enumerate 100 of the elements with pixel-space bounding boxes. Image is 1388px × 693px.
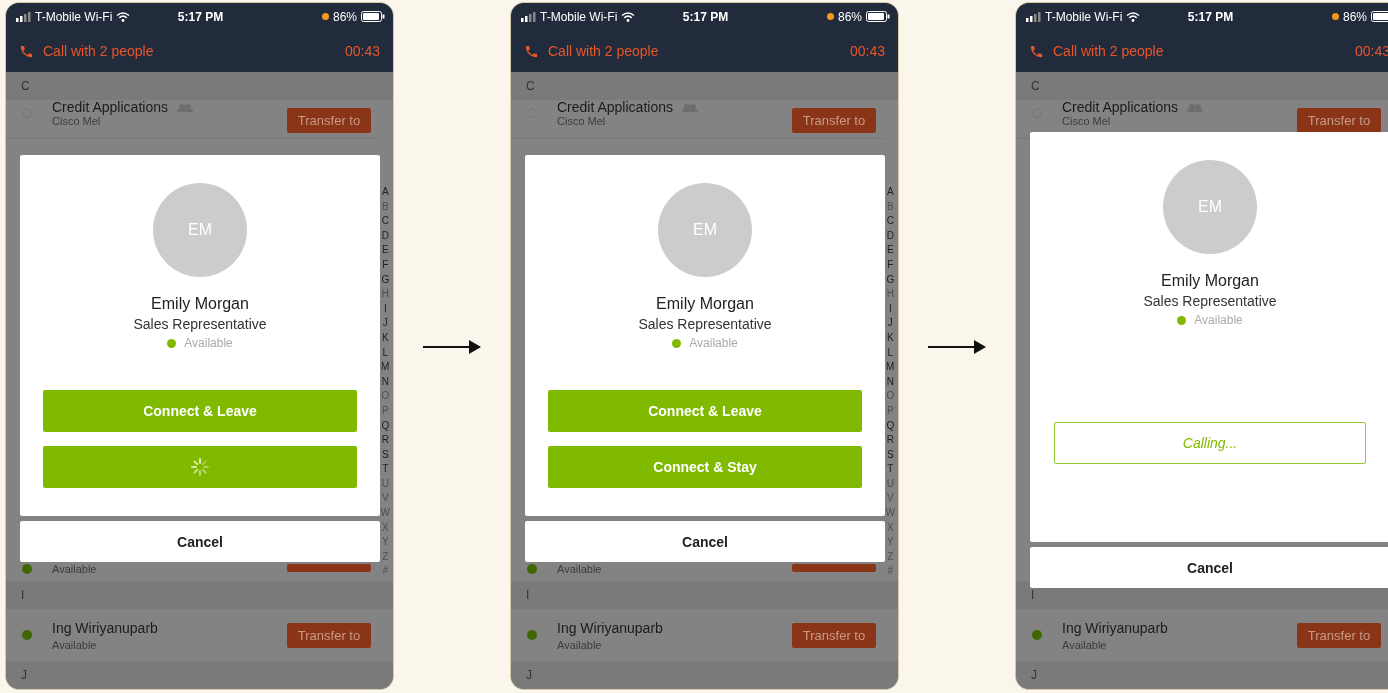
status-text: Available (184, 336, 233, 350)
dot-icon (1331, 13, 1339, 20)
index-letter[interactable]: A (886, 185, 894, 200)
wifi-icon (1126, 11, 1141, 22)
index-letter[interactable]: N (886, 374, 894, 390)
index-letter[interactable]: I (888, 301, 892, 317)
index-letter[interactable]: I (383, 301, 387, 317)
index-letter[interactable]: T (887, 462, 894, 477)
status-dot (672, 338, 682, 348)
wifi-icon (621, 11, 636, 22)
contact-subtitle: Available (52, 638, 98, 651)
index-letter[interactable]: # (887, 564, 894, 580)
section-letter: I (21, 588, 25, 602)
call-title: Call with 2 people (43, 43, 155, 59)
contact-subtitle: Available (1062, 638, 1108, 651)
section-letter: C (526, 79, 535, 93)
transfer-button[interactable]: Transfer to (1297, 622, 1381, 648)
index-letter[interactable]: G (886, 272, 895, 288)
index-letter[interactable]: D (886, 228, 894, 244)
transfer-button[interactable] (792, 564, 876, 572)
index-letter[interactable]: L (382, 345, 389, 361)
contact-subtitle: Available (52, 563, 98, 575)
index-letter[interactable]: M (886, 360, 895, 375)
section-letter: J (21, 668, 27, 682)
contact-subtitle: Available (557, 563, 603, 575)
contact-name: Emily Morgan (656, 295, 754, 313)
index-letter[interactable]: M (381, 360, 390, 375)
battery-icon (361, 11, 385, 22)
index-letter[interactable]: K (886, 330, 894, 346)
index-letter[interactable]: A (381, 185, 389, 200)
transfer-button[interactable] (287, 564, 371, 572)
transfer-button[interactable]: Transfer to (287, 108, 371, 133)
transfer-button[interactable]: Transfer to (1297, 108, 1381, 133)
transfer-button[interactable]: Transfer to (792, 108, 876, 133)
index-letter[interactable]: S (886, 447, 894, 463)
transfer-button[interactable]: Transfer to (792, 622, 876, 648)
dot-icon (826, 13, 834, 20)
index-letter[interactable]: E (381, 243, 389, 258)
section-letter: J (526, 668, 532, 682)
index-letter[interactable]: # (382, 564, 389, 580)
contact-subtitle: Cisco Mel (557, 115, 607, 127)
index-letter[interactable]: Q (886, 418, 895, 434)
contact-role: Sales Representative (1143, 293, 1277, 309)
contact-subtitle: Cisco Mel (52, 115, 102, 127)
call-timer: 00:43 (849, 43, 885, 59)
clock-time: 5:17 PM (1187, 9, 1234, 24)
arrow-icon (423, 339, 481, 354)
loading-button[interactable] (43, 446, 357, 488)
battery-percent: 86% (332, 9, 357, 24)
carrier-name: T-Mobile Wi-Fi (1045, 9, 1123, 24)
battery-percent: 86% (1342, 9, 1367, 24)
index-letter[interactable]: F (382, 257, 389, 273)
battery-icon (1371, 11, 1388, 22)
index-letter[interactable]: J (887, 316, 893, 331)
connect-button[interactable]: Connect & Stay (548, 446, 862, 488)
index-letter[interactable]: C (886, 214, 894, 229)
index-letter[interactable]: T (382, 462, 389, 477)
index-letter[interactable]: J (382, 316, 388, 331)
section-letter: J (1031, 668, 1037, 682)
call-bar[interactable]: Call with 2 people 00:43 (6, 30, 393, 72)
call-title: Call with 2 people (1053, 43, 1165, 59)
spinner-icon (191, 458, 209, 476)
index-letter[interactable]: N (381, 374, 389, 390)
phone-icon (524, 43, 539, 59)
index-letter[interactable]: C (381, 214, 389, 229)
arrow-icon (928, 339, 986, 354)
index-letter[interactable]: D (381, 228, 389, 244)
transfer-button[interactable]: Transfer to (287, 622, 371, 648)
contact-name: Emily Morgan (151, 295, 249, 313)
cancel-button[interactable]: Cancel (20, 521, 380, 562)
section-letter: I (1031, 588, 1035, 602)
contact-name: Credit Applications (52, 100, 168, 115)
call-timer: 00:43 (344, 43, 380, 59)
carrier-name: T-Mobile Wi-Fi (540, 9, 618, 24)
signal-icon (16, 11, 31, 22)
cancel-button[interactable]: Cancel (525, 521, 885, 562)
connect-button[interactable]: Connect & Leave (548, 390, 862, 432)
call-bar[interactable]: Call with 2 people 00:43 (511, 30, 898, 72)
signal-icon (1026, 11, 1041, 22)
index-letter[interactable]: Q (381, 418, 390, 434)
contact-role: Sales Representative (638, 316, 772, 332)
status-dot (1177, 315, 1187, 325)
signal-icon (521, 11, 536, 22)
phone-icon (19, 43, 34, 59)
contact-name: Emily Morgan (1161, 272, 1259, 290)
contact-subtitle: Cisco Mel (1062, 115, 1112, 127)
cancel-button[interactable]: Cancel (1030, 547, 1388, 588)
connect-button[interactable]: Connect & Leave (43, 390, 357, 432)
index-letter[interactable]: R (381, 433, 389, 448)
index-letter[interactable]: S (381, 447, 389, 463)
status-text: Available (689, 336, 738, 350)
index-letter[interactable]: L (887, 345, 894, 361)
battery-icon (866, 11, 890, 22)
index-letter[interactable]: F (887, 257, 894, 273)
carrier-name: T-Mobile Wi-Fi (35, 9, 113, 24)
index-letter[interactable]: G (381, 272, 390, 288)
status-dot (167, 338, 177, 348)
index-letter[interactable]: K (381, 330, 389, 346)
index-letter[interactable]: R (886, 433, 894, 448)
index-letter[interactable]: E (886, 243, 894, 258)
